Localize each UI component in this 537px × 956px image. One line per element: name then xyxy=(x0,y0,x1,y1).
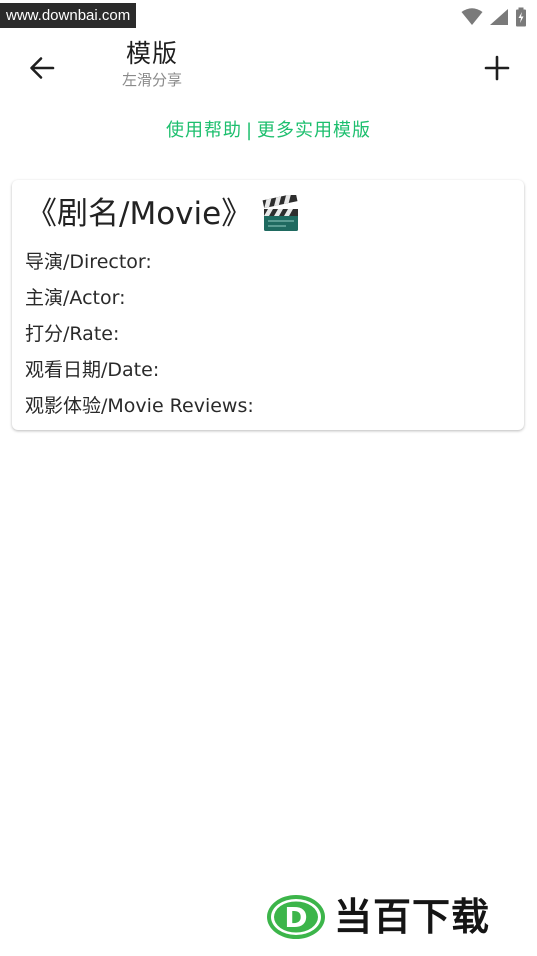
app-bar: 模版 左滑分享 xyxy=(0,34,537,100)
card-title-row: 《剧名/Movie》 xyxy=(26,194,300,234)
plus-icon xyxy=(484,55,510,81)
battery-charging-icon xyxy=(516,7,526,27)
arrow-left-icon xyxy=(30,57,55,79)
page-subtitle: 左滑分享 xyxy=(121,71,182,89)
help-links: 使用帮助 | 更多实用模版 xyxy=(0,118,537,144)
title-block: 模版 左滑分享 xyxy=(108,38,228,90)
help-link[interactable]: 使用帮助 xyxy=(166,120,242,141)
badge-letter: D xyxy=(284,901,307,934)
card-title: 《剧名/Movie》 xyxy=(26,196,253,232)
field-date: 观看日期/Date: xyxy=(25,359,160,381)
clapper-board-icon xyxy=(262,195,299,231)
field-rate: 打分/Rate: xyxy=(25,323,120,345)
downbai-badge-icon: D xyxy=(267,895,325,939)
status-bar xyxy=(461,6,527,28)
signal-icon xyxy=(490,9,508,25)
card-field-list: 导演/Director: 主演/Actor: 打分/Rate: 观看日期/Dat… xyxy=(25,244,254,424)
template-card[interactable]: 《剧名/Movie》 导演/Director: 主演/Actor: 打分/Rat… xyxy=(12,180,524,430)
logo-text: 当百下载 xyxy=(334,895,491,939)
add-template-button[interactable] xyxy=(477,48,517,88)
back-button[interactable] xyxy=(22,48,62,88)
wifi-icon xyxy=(461,8,483,25)
help-separator: | xyxy=(245,120,254,141)
field-actor: 主演/Actor: xyxy=(25,287,126,309)
downbai-logo: D 当百下载 xyxy=(266,892,490,942)
site-watermark: www.downbai.com xyxy=(0,3,137,28)
field-reviews: 观影体验/Movie Reviews: xyxy=(25,395,254,417)
page-title: 模版 xyxy=(125,39,178,68)
field-director: 导演/Director: xyxy=(25,251,152,273)
more-templates-link[interactable]: 更多实用模版 xyxy=(257,120,371,141)
